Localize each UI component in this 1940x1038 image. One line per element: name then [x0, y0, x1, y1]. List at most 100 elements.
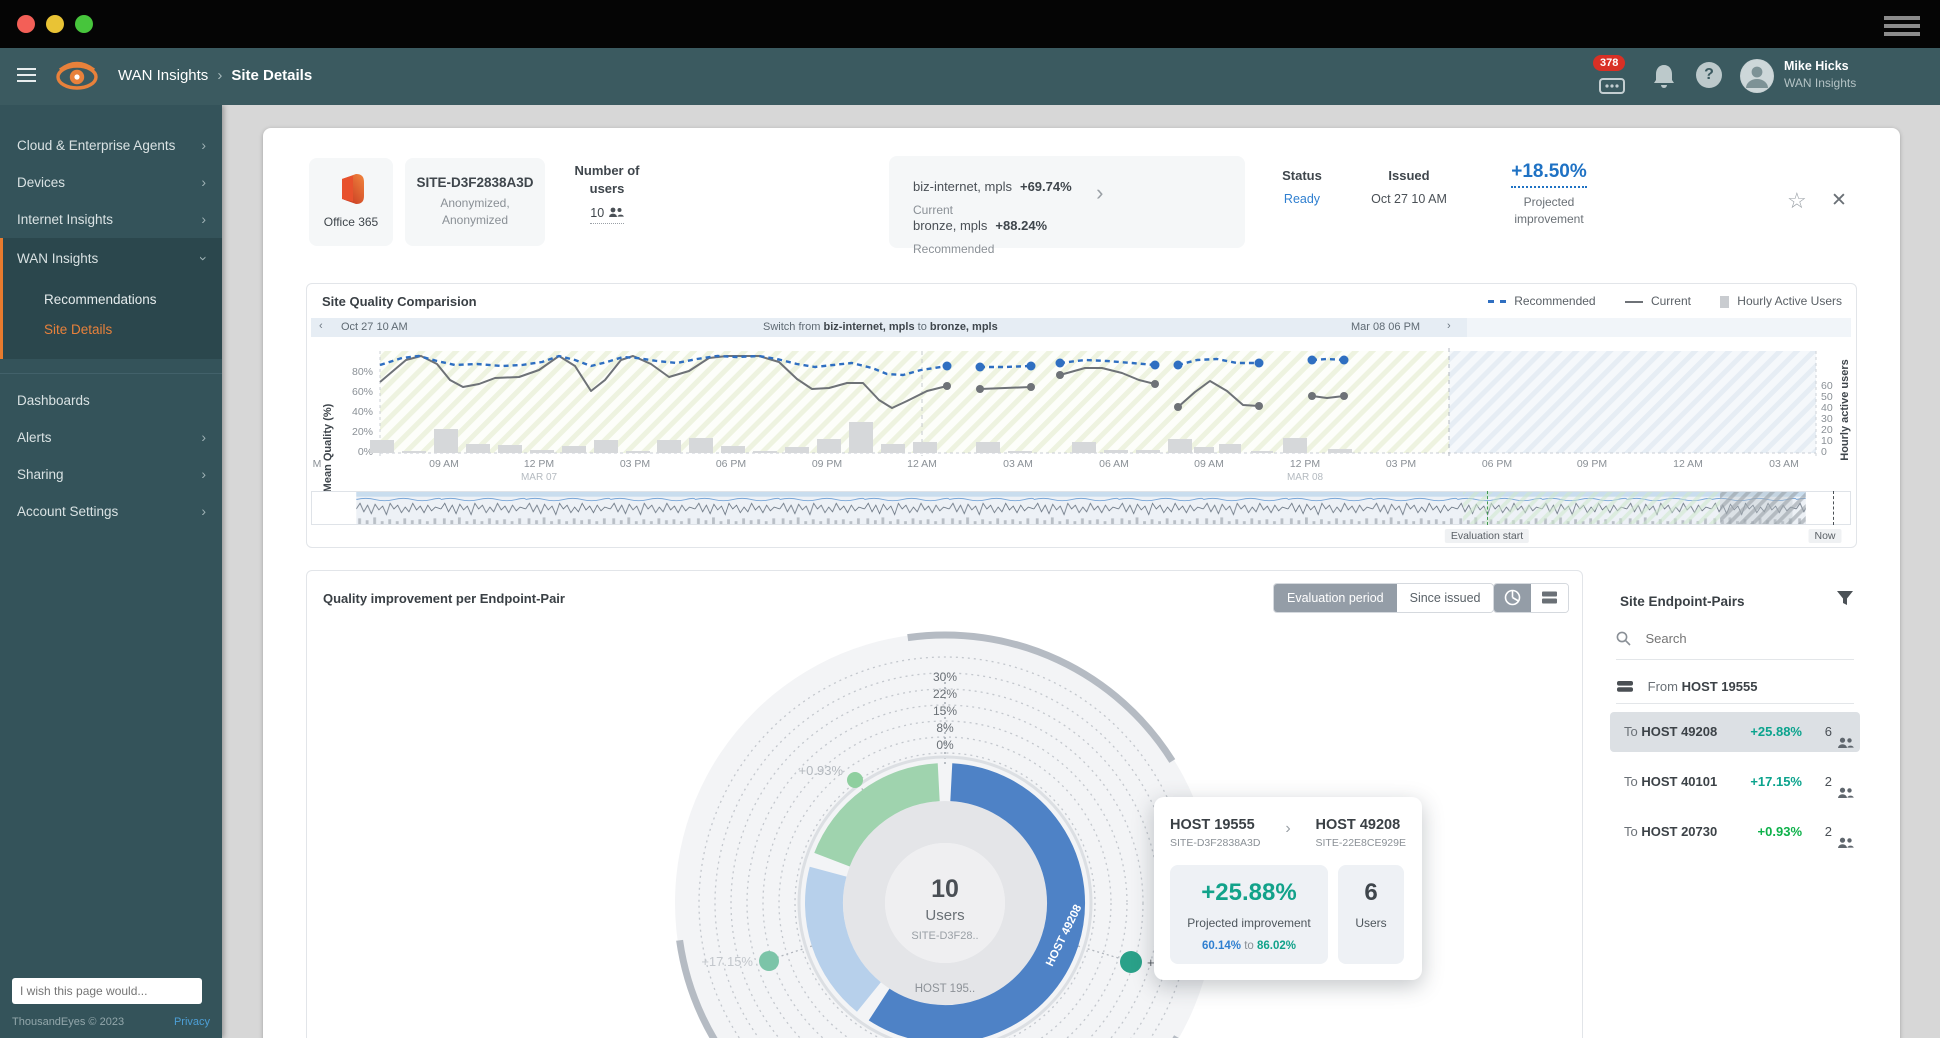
path-comparison-tile: biz-internet, mpls+69.74% Current › bron…	[889, 156, 1245, 248]
window-zoom-button[interactable]	[75, 15, 93, 33]
sidebar-item-label: WAN Insights	[17, 251, 98, 266]
sidebar-item-devices[interactable]: Devices›	[0, 164, 222, 201]
breadcrumb-current: Site Details	[231, 67, 312, 84]
evaluation-start-label: Evaluation start	[1445, 529, 1529, 543]
endpoint-row[interactable]: To HOST 49208 +25.88% 6	[1610, 712, 1860, 752]
feedback-input[interactable]	[12, 978, 202, 1004]
tooltip-from: HOST 19555 SITE-D3F2838A3D	[1170, 817, 1260, 849]
chevron-right-icon: ›	[201, 127, 206, 164]
range-end: Mar 08 06 PM	[1351, 321, 1420, 333]
user-org: WAN Insights	[1784, 76, 1856, 90]
row-delta: +17.15%	[1750, 762, 1802, 802]
recommended-path: bronze, mpls+88.24% Recommended	[913, 217, 1047, 256]
user-name[interactable]: Mike Hicks	[1784, 59, 1849, 73]
users-icon	[1837, 775, 1854, 815]
toggle-since-issued[interactable]: Since issued	[1397, 584, 1494, 612]
endpoint-search[interactable]	[1616, 630, 1854, 660]
period-toggle: Evaluation periodSince issued	[1273, 583, 1494, 613]
evaluation-start-marker	[1487, 491, 1488, 525]
chevron-right-icon: ›	[1285, 820, 1290, 838]
site-tile: SITE-D3F2838A3D Anonymized,Anonymized	[405, 158, 545, 246]
sidebar-item-wan-insights[interactable]: WAN Insights›	[3, 240, 222, 277]
site-anonymized: Anonymized,Anonymized	[405, 195, 545, 230]
legend-hourly-label: Hourly Active Users	[1737, 294, 1842, 308]
sidebar-item-label: Cloud & Enterprise Agents	[17, 138, 175, 153]
users-icon	[608, 207, 624, 218]
x-tick: 06 PM	[716, 458, 746, 470]
close-icon[interactable]: ✕	[1831, 189, 1847, 212]
sidebar-item-dashboards[interactable]: Dashboards	[0, 382, 222, 419]
endpoint-row[interactable]: To HOST 40101 +17.15% 2	[1610, 762, 1860, 802]
browser-menu-icon[interactable]	[1884, 16, 1920, 40]
notification-count-badge[interactable]: 378	[1593, 55, 1625, 71]
tooltip-to-host: HOST 49208	[1316, 817, 1406, 833]
filter-icon[interactable]	[1836, 590, 1854, 612]
users-label: Number of users	[559, 162, 655, 198]
row-delta: +0.93%	[1758, 812, 1802, 852]
view-toggle	[1493, 583, 1569, 613]
help-icon[interactable]: ?	[1696, 62, 1722, 88]
search-input[interactable]	[1645, 631, 1825, 646]
row-users: 2	[1825, 812, 1832, 852]
radial-tick: 8%	[936, 721, 954, 735]
sidebar-item-label: Devices	[17, 175, 65, 190]
chevron-right-icon: ›	[1096, 180, 1103, 206]
sidebar-item-site-details[interactable]: Site Details	[3, 315, 222, 345]
tooltip-improvement-value: +25.88%	[1178, 879, 1320, 907]
projected-improvement-caption: Projected improvement	[1504, 194, 1594, 228]
projected-improvement-value[interactable]: +18.50%	[1511, 161, 1587, 188]
privacy-link[interactable]: Privacy	[174, 1016, 210, 1028]
range-next-icon[interactable]: ›	[1447, 320, 1451, 332]
recommended-path-delta: +88.24%	[995, 218, 1047, 233]
sidebar-item-alerts[interactable]: Alerts›	[0, 419, 222, 456]
overview-brush-chart[interactable]	[311, 491, 1851, 525]
window-close-button[interactable]	[17, 15, 35, 33]
x-tick: 12 PM	[524, 458, 554, 470]
radial-tick: 15%	[933, 704, 957, 718]
office365-tile: Office 365	[309, 158, 393, 246]
row-delta: +25.88%	[1750, 712, 1802, 752]
range-prev-icon[interactable]: ‹	[319, 320, 323, 332]
sidebar-item-label: Account Settings	[17, 504, 118, 519]
sidebar-item-sharing[interactable]: Sharing›	[0, 456, 222, 493]
point-host-20730[interactable]	[847, 772, 863, 788]
breadcrumb: WAN Insights›Site Details	[118, 67, 312, 84]
endpoint-row[interactable]: To HOST 20730 +0.93% 2	[1610, 812, 1860, 852]
sidebar-item-label: Alerts	[17, 430, 52, 445]
pie-view-button[interactable]	[1494, 584, 1531, 612]
x-tick: 03 PM	[1386, 458, 1416, 470]
users-value[interactable]: 10	[590, 206, 623, 224]
user-avatar[interactable]	[1740, 59, 1774, 93]
sidebar-item-cloud-enterprise-agents[interactable]: Cloud & Enterprise Agents ›	[0, 127, 222, 164]
sidebar-item-label: Internet Insights	[17, 212, 113, 227]
radial-tick: 22%	[933, 687, 957, 701]
users-icon	[1837, 825, 1854, 865]
sidebar-item-internet-insights[interactable]: Internet Insights›	[0, 201, 222, 238]
sidebar-item-recommendations[interactable]: Recommendations	[3, 285, 222, 315]
x-tick: 12 PM	[1290, 458, 1320, 470]
sidebar-item-account-settings[interactable]: Account Settings›	[0, 493, 222, 530]
list-view-button[interactable]	[1531, 584, 1568, 612]
sidebar-toggle-icon[interactable]	[17, 68, 36, 86]
now-label: Now	[1808, 529, 1841, 543]
x-tick: 06 PM	[1482, 458, 1512, 470]
window-minimize-button[interactable]	[46, 15, 64, 33]
recommendations-icon[interactable]	[1599, 78, 1625, 99]
toggle-evaluation-period[interactable]: Evaluation period	[1274, 584, 1397, 612]
radial-chart[interactable]: 30% 22% 15% 8% 0% HOST 49208 +0.93% +17.…	[307, 615, 1583, 1038]
tooltip-users-value: 6	[1346, 879, 1396, 907]
favorite-star-icon[interactable]: ☆	[1787, 188, 1807, 214]
endpoint-pairs-title: Site Endpoint-Pairs	[1620, 594, 1745, 609]
thousandeyes-logo[interactable]	[52, 60, 102, 98]
current-path-caption: Current	[913, 203, 1072, 217]
quality-improvement-panel: Quality improvement per Endpoint-Pair Ev…	[306, 570, 1583, 1038]
list-icon	[1541, 589, 1558, 606]
point-host-40101[interactable]	[759, 951, 779, 971]
users-icon	[1837, 725, 1854, 765]
breadcrumb-root[interactable]: WAN Insights	[118, 67, 208, 84]
range-start: Oct 27 10 AM	[341, 321, 408, 333]
issued-value: Oct 27 10 AM	[1357, 192, 1461, 206]
point-host-49208[interactable]	[1120, 951, 1142, 973]
alerts-bell-icon[interactable]	[1652, 62, 1676, 95]
tooltip-users-box: 6 Users	[1338, 865, 1404, 964]
